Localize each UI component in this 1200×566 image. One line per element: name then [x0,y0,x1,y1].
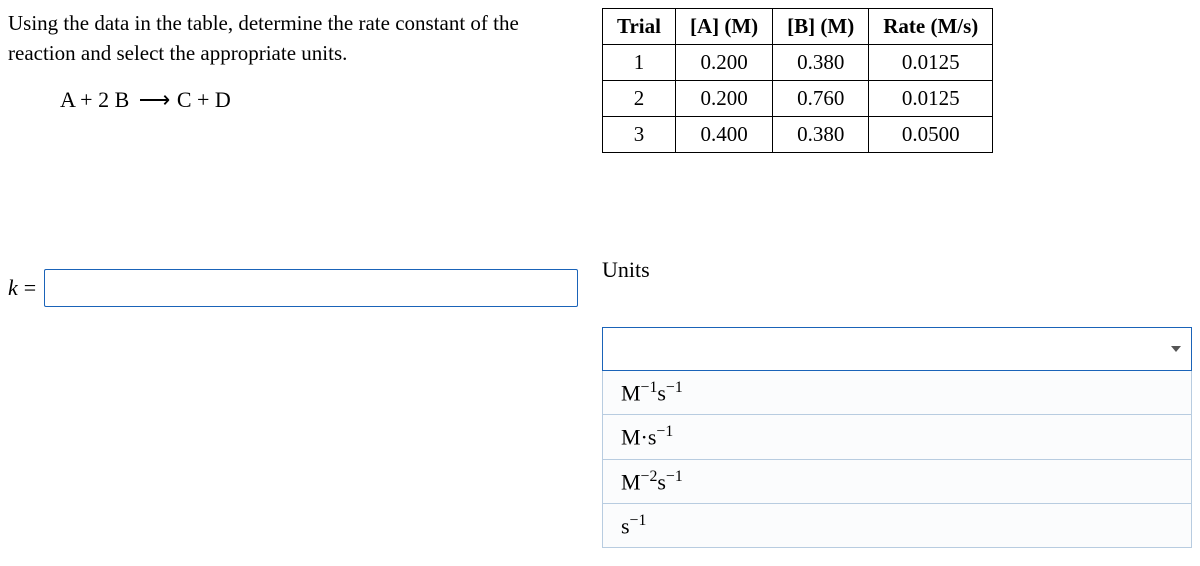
table-row: 1 0.200 0.380 0.0125 [603,45,993,81]
table-row: 3 0.400 0.380 0.0500 [603,117,993,153]
units-label: Units [602,257,1192,283]
k-symbol: k [8,275,18,301]
equals-sign: = [24,275,36,301]
reaction-equation: A + 2 B ⟶ C + D [60,87,578,113]
table-row: 2 0.200 0.760 0.0125 [603,81,993,117]
chevron-down-icon [1171,346,1181,352]
table-header: Trial [603,9,676,45]
units-option[interactable]: M−1s−1 [603,370,1191,414]
units-selected-value[interactable] [602,327,1192,371]
table-header: [B] (M) [773,9,869,45]
rate-constant-input[interactable] [44,269,578,307]
data-table: Trial [A] (M) [B] (M) Rate (M/s) 1 0.200… [602,8,993,153]
rate-constant-row: k = [8,269,578,307]
units-dropdown[interactable]: M−1s−1 M·s−1 M−2s−1 s−1 [602,327,1192,548]
right-arrow-icon: ⟶ [135,87,172,113]
units-option[interactable]: M·s−1 [603,414,1191,458]
table-header: [A] (M) [675,9,772,45]
problem-prompt: Using the data in the table, determine t… [8,8,578,69]
units-option[interactable]: M−2s−1 [603,459,1191,503]
units-option[interactable]: s−1 [603,503,1191,547]
table-header: Rate (M/s) [869,9,993,45]
